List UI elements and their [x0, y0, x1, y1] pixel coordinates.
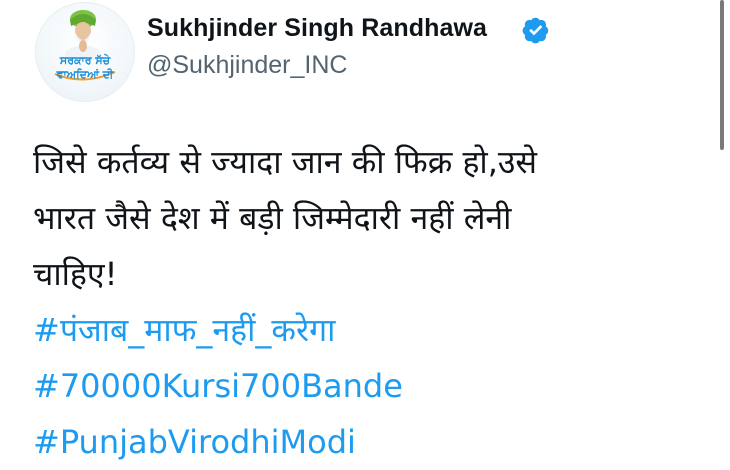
avatar[interactable]: ਸਰਕਾਰ ਸੱਚੇ ਵਾਅਦਿਆਂ ਦੀ	[35, 2, 135, 102]
tweet-text: जिसे कर्तव्य से ज्यादा जान की फिक्र हो,उ…	[33, 134, 693, 470]
verified-badge-icon	[522, 17, 549, 44]
tweet-text-line: जिसे कर्तव्य से ज्यादा जान की फिक्र हो,उ…	[33, 143, 538, 181]
author-display-name[interactable]: Sukhjinder Singh Randhawa	[147, 14, 487, 43]
avatar-slogan-line2: ਵਾਅਦਿਆਂ ਦੀ	[56, 68, 114, 81]
avatar-slogan-line1: ਸਰਕਾਰ ਸੱਚੇ	[59, 54, 111, 67]
tweet-text-line: चाहिए!	[33, 255, 118, 293]
scrollbar[interactable]	[720, 0, 724, 150]
tweet: ਸਰਕਾਰ ਸੱਚੇ ਵਾਅਦਿਆਂ ਦੀ Sukhjinder Singh R…	[0, 0, 730, 463]
hashtag-link[interactable]: #PunjabVirodhiModi	[33, 414, 693, 470]
author-handle[interactable]: @Sukhjinder_INC	[147, 51, 347, 80]
hashtag-link[interactable]: #पंजाब_माफ_नहीं_करेगा	[33, 302, 693, 358]
avatar-image	[54, 10, 116, 81]
hashtag-link[interactable]: #70000Kursi700Bande	[33, 358, 693, 414]
tweet-text-line: भारत जैसे देश में बड़ी जिम्मेदारी नहीं ल…	[33, 199, 512, 237]
